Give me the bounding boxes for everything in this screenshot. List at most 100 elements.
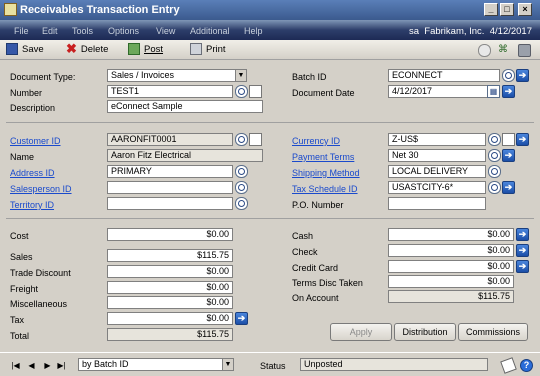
description-field[interactable]: eConnect Sample — [107, 100, 263, 113]
toolbar: Save ✖ Delete Post Print ⌘ — [0, 40, 540, 60]
maximize-button[interactable]: □ — [500, 3, 514, 16]
check-expand-icon[interactable]: ➔ — [516, 244, 529, 257]
credit-card-field[interactable]: $0.00 — [388, 260, 514, 273]
help-icon[interactable]: ? — [520, 359, 533, 372]
apply-button[interactable]: Apply — [330, 323, 392, 341]
tax-expand-icon[interactable]: ➔ — [235, 312, 248, 325]
document-type-select[interactable]: Sales / Invoices — [107, 69, 247, 82]
notes-icon[interactable] — [478, 44, 491, 57]
salesperson-id-field[interactable] — [107, 181, 233, 194]
payment-terms-lookup-icon[interactable] — [488, 149, 501, 162]
menu-file[interactable]: File — [14, 26, 29, 36]
last-record-icon[interactable]: ▶| — [56, 360, 67, 371]
miscellaneous-field[interactable]: $0.00 — [107, 296, 233, 309]
freight-field[interactable]: $0.00 — [107, 281, 233, 294]
currency-id-link[interactable]: Currency ID — [292, 135, 340, 147]
customer-id-link[interactable]: Customer ID — [10, 135, 61, 147]
customer-card-icon[interactable] — [249, 133, 262, 146]
tax-field[interactable]: $0.00 — [107, 312, 233, 325]
currency-lookup-icon[interactable] — [488, 133, 501, 146]
tree-icon[interactable]: ⌘ — [498, 44, 511, 57]
shipping-lookup-icon[interactable] — [488, 165, 501, 178]
number-field[interactable]: TEST1 — [107, 85, 233, 98]
document-date-field[interactable]: 4/12/2017 — [388, 85, 500, 98]
save-icon — [6, 43, 18, 56]
batch-id-field[interactable]: ECONNECT — [388, 69, 500, 82]
territory-lookup-icon[interactable] — [235, 197, 248, 210]
tax-label: Tax — [10, 315, 25, 325]
territory-id-field[interactable] — [107, 197, 233, 210]
delete-button[interactable]: ✖ Delete — [66, 41, 108, 57]
sales-field[interactable]: $115.75 — [107, 249, 233, 262]
cost-label: Cost — [10, 231, 29, 241]
po-number-field[interactable] — [388, 197, 486, 210]
dropdown-arrow-icon[interactable]: ▼ — [235, 69, 247, 82]
date-expand-icon[interactable]: ➔ — [502, 85, 515, 98]
address-id-link[interactable]: Address ID — [10, 167, 55, 179]
distribution-button[interactable]: Distribution — [394, 323, 456, 341]
batch-expand-icon[interactable]: ➔ — [516, 69, 529, 82]
menu-help[interactable]: Help — [244, 26, 263, 36]
number-lookup-icon[interactable] — [235, 85, 248, 98]
next-record-icon[interactable]: ▶ — [42, 360, 53, 371]
print-icon — [190, 43, 202, 56]
tax-schedule-id-field[interactable]: USASTCITY-6* — [388, 181, 486, 194]
menu-additional[interactable]: Additional — [190, 26, 230, 36]
first-record-icon[interactable]: |◀ — [10, 360, 21, 371]
batch-lookup-icon[interactable] — [502, 69, 515, 82]
address-id-field[interactable]: PRIMARY — [107, 165, 233, 178]
salesperson-lookup-icon[interactable] — [235, 181, 248, 194]
check-label: Check — [292, 247, 318, 257]
menu-edit[interactable]: Edit — [42, 26, 58, 36]
cash-field[interactable]: $0.00 — [388, 228, 514, 241]
printer-icon[interactable] — [518, 44, 531, 57]
terms-disc-taken-field[interactable]: $0.00 — [388, 275, 514, 288]
calendar-icon[interactable]: ▦ — [487, 85, 500, 98]
tax-schedule-lookup-icon[interactable] — [488, 181, 501, 194]
customer-lookup-icon[interactable] — [235, 133, 248, 146]
trade-discount-label: Trade Discount — [10, 268, 71, 278]
tax-schedule-expand-icon[interactable]: ➔ — [502, 181, 515, 194]
currency-id-field[interactable]: Z-US$ — [388, 133, 486, 146]
miscellaneous-label: Miscellaneous — [10, 299, 68, 309]
payment-terms-expand-icon[interactable]: ➔ — [502, 149, 515, 162]
currency-new-icon[interactable] — [502, 133, 515, 146]
payment-terms-field[interactable]: Net 30 — [388, 149, 486, 162]
salesperson-id-link[interactable]: Salesperson ID — [10, 183, 72, 195]
save-button[interactable]: Save — [6, 43, 44, 57]
currency-expand-icon[interactable]: ➔ — [516, 133, 529, 146]
commissions-button[interactable]: Commissions — [458, 323, 528, 341]
trade-discount-field[interactable]: $0.00 — [107, 265, 233, 278]
sort-dropdown-icon[interactable]: ▼ — [222, 358, 234, 371]
sort-select[interactable]: by Batch ID — [78, 358, 234, 371]
divider — [6, 122, 534, 123]
menu-tools[interactable]: Tools — [72, 26, 93, 36]
shipping-method-link[interactable]: Shipping Method — [292, 167, 360, 179]
menu-view[interactable]: View — [156, 26, 175, 36]
session-user: sa — [408, 26, 419, 37]
minimize-button[interactable]: _ — [484, 3, 498, 16]
cash-expand-icon[interactable]: ➔ — [516, 228, 529, 241]
post-icon — [128, 43, 140, 56]
shipping-method-field[interactable]: LOCAL DELIVERY — [388, 165, 486, 178]
payment-terms-link[interactable]: Payment Terms — [292, 151, 354, 163]
address-lookup-icon[interactable] — [235, 165, 248, 178]
previous-record-icon[interactable]: ◀ — [26, 360, 37, 371]
post-button[interactable]: Post — [128, 43, 163, 57]
tax-schedule-id-link[interactable]: Tax Schedule ID — [292, 183, 358, 195]
check-field[interactable]: $0.00 — [388, 244, 514, 257]
menu-options[interactable]: Options — [108, 26, 139, 36]
sales-label: Sales — [10, 252, 33, 262]
print-button[interactable]: Print — [190, 43, 226, 57]
customer-id-field[interactable]: AARONFIT0001 — [107, 133, 233, 146]
number-new-icon[interactable] — [249, 85, 262, 98]
close-button[interactable]: × — [518, 3, 532, 16]
cash-label: Cash — [292, 231, 314, 241]
note-icon[interactable] — [500, 357, 517, 374]
delete-icon: ✖ — [66, 41, 77, 57]
territory-id-link[interactable]: Territory ID — [10, 199, 54, 211]
customer-name-field: Aaron Fitz Electrical — [107, 149, 263, 162]
credit-card-expand-icon[interactable]: ➔ — [516, 260, 529, 273]
cost-field[interactable]: $0.00 — [107, 228, 233, 241]
document-type-label: Document Type: — [10, 72, 76, 82]
